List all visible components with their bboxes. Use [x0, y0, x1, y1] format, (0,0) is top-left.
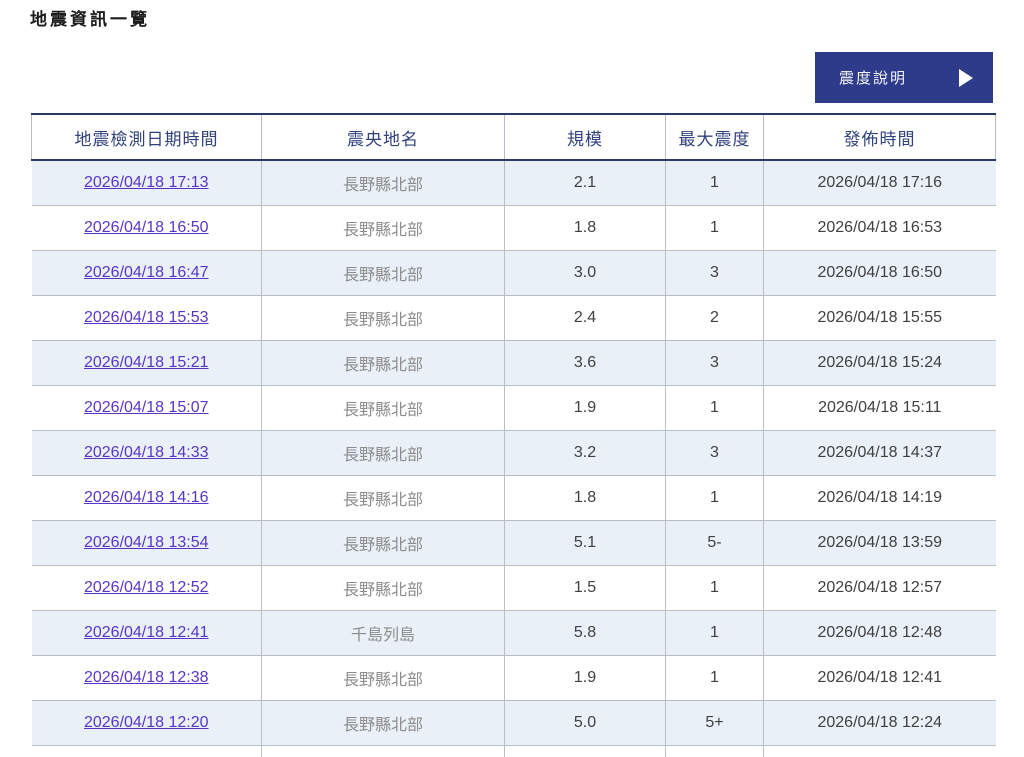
table-row: 2026/04/18 13:54 長野縣北部 5.1 5- 2026/04/18…	[32, 520, 996, 565]
max-intensity-cell: 1	[666, 160, 764, 205]
published-time-cell: 2026/04/18 16:53	[764, 205, 996, 250]
header-epicenter: 震央地名	[262, 114, 505, 160]
earthquake-table: 地震檢測日期時間 震央地名 規模 最大震度 發佈時間 2026/04/18 17…	[31, 113, 996, 757]
published-time-cell: 2026/04/18 12:24	[764, 700, 996, 745]
epicenter-cell: 長野縣北部	[262, 160, 505, 205]
magnitude-cell: 1.8	[505, 475, 666, 520]
published-time-cell: 2026/04/18 17:16	[764, 160, 996, 205]
published-time-cell: 2026/04/18 14:37	[764, 430, 996, 475]
published-time-cell: 2026/04/18 12:41	[764, 655, 996, 700]
table-row: 2026/04/18 14:16 長野縣北部 1.8 1 2026/04/18 …	[32, 475, 996, 520]
table-row: 2026/04/18 14:33 長野縣北部 3.2 3 2026/04/18 …	[32, 430, 996, 475]
table-row: 2026/04/18 12:41 千島列島 5.8 1 2026/04/18 1…	[32, 610, 996, 655]
detected-time-link[interactable]: 2026/04/18 12:41	[84, 624, 209, 641]
table-row: 2026/04/18 15:21 長野縣北部 3.6 3 2026/04/18 …	[32, 340, 996, 385]
detected-time-link[interactable]: 2026/04/18 16:47	[84, 264, 209, 281]
max-intensity-cell: 1	[666, 565, 764, 610]
intensity-explanation-button[interactable]: 震度說明	[815, 52, 993, 103]
magnitude-cell: 5.1	[505, 520, 666, 565]
epicenter-cell: 長野縣北部	[262, 340, 505, 385]
table-row: 2026/04/18 17:13 長野縣北部 2.1 1 2026/04/18 …	[32, 160, 996, 205]
max-intensity-cell: 2	[666, 295, 764, 340]
magnitude-cell: 2.1	[505, 160, 666, 205]
max-intensity-cell: 1	[666, 385, 764, 430]
published-time-cell: 2026/04/18 16:50	[764, 250, 996, 295]
published-time-cell: 2026/04/18 15:24	[764, 340, 996, 385]
magnitude-cell: 1.8	[505, 205, 666, 250]
magnitude-cell: 1.5	[505, 565, 666, 610]
arrow-right-icon	[959, 69, 973, 87]
published-time-cell: 2026/04/18 12:57	[764, 565, 996, 610]
intensity-explanation-button-label: 震度說明	[839, 67, 907, 88]
published-time-cell: 2026/04/18 15:11	[764, 385, 996, 430]
epicenter-cell: 長野縣北部	[262, 700, 505, 745]
published-time-cell: 2026/04/18 14:19	[764, 475, 996, 520]
detected-time-link[interactable]: 2026/04/18 13:54	[84, 534, 209, 551]
max-intensity-cell: 1	[666, 475, 764, 520]
detected-time-link[interactable]: 2026/04/18 12:52	[84, 579, 209, 596]
max-intensity-cell: 3	[666, 250, 764, 295]
table-row: 2026/04/18 15:07 長野縣北部 1.9 1 2026/04/18 …	[32, 385, 996, 430]
epicenter-cell: 長野縣北部	[262, 520, 505, 565]
table-row: 2026/04/18 16:47 長野縣北部 3.0 3 2026/04/18 …	[32, 250, 996, 295]
magnitude-cell: 5.8	[505, 610, 666, 655]
epicenter-cell: 千島列島	[262, 610, 505, 655]
table-header-row: 地震檢測日期時間 震央地名 規模 最大震度 發佈時間	[32, 114, 996, 160]
table-row: 2026/04/18 16:50 長野縣北部 1.8 1 2026/04/18 …	[32, 205, 996, 250]
detected-time-link[interactable]: 2026/04/18 14:16	[84, 489, 209, 506]
max-intensity-cell: 5-	[666, 520, 764, 565]
detected-time-link[interactable]: 2026/04/18 12:38	[84, 669, 209, 686]
detected-time-link[interactable]: 2026/04/18 17:13	[84, 174, 209, 191]
published-time-cell: 2026/04/18 13:59	[764, 520, 996, 565]
epicenter-cell: 長野縣北部	[262, 250, 505, 295]
detected-time-link[interactable]: 2026/04/18 15:07	[84, 399, 209, 416]
header-max-intensity: 最大震度	[666, 114, 764, 160]
magnitude-cell: 1.9	[505, 655, 666, 700]
magnitude-cell: 5.0	[505, 700, 666, 745]
table-row: 2026/04/18 12:38 長野縣北部 1.9 1 2026/04/18 …	[32, 655, 996, 700]
table-row: 2026/04/18 15:53 長野縣北部 2.4 2 2026/04/18 …	[32, 295, 996, 340]
max-intensity-cell: 3	[666, 340, 764, 385]
table-row: 2026/04/18 12:20 長野縣北部 5.0 5+ 2026/04/18…	[32, 700, 996, 745]
epicenter-cell: 長野縣北部	[262, 205, 505, 250]
epicenter-cell: 長野縣北部	[262, 295, 505, 340]
published-time-cell: 2026/04/18 15:55	[764, 295, 996, 340]
header-magnitude: 規模	[505, 114, 666, 160]
detected-time-link[interactable]: 2026/04/18 15:21	[84, 354, 209, 371]
detected-time-link[interactable]: 2026/04/18 16:50	[84, 219, 209, 236]
detected-time-link[interactable]: 2026/04/18 12:20	[84, 714, 209, 731]
published-time-cell: 2026/04/18 12:48	[764, 610, 996, 655]
magnitude-cell: 3.0	[505, 250, 666, 295]
magnitude-cell: 3.2	[505, 430, 666, 475]
detected-time-link[interactable]: 2026/04/18 14:33	[84, 444, 209, 461]
table-row-partial	[32, 745, 996, 757]
detected-time-link[interactable]: 2026/04/18 15:53	[84, 309, 209, 326]
max-intensity-cell: 1	[666, 205, 764, 250]
max-intensity-cell: 3	[666, 430, 764, 475]
magnitude-cell: 3.6	[505, 340, 666, 385]
magnitude-cell: 1.9	[505, 385, 666, 430]
max-intensity-cell: 1	[666, 655, 764, 700]
max-intensity-cell: 1	[666, 610, 764, 655]
magnitude-cell: 2.4	[505, 295, 666, 340]
epicenter-cell: 長野縣北部	[262, 385, 505, 430]
header-detected-time: 地震檢測日期時間	[32, 114, 262, 160]
epicenter-cell: 長野縣北部	[262, 475, 505, 520]
page-title: 地震資訊一覽	[30, 5, 150, 30]
max-intensity-cell: 5+	[666, 700, 764, 745]
earthquake-table-container: 地震檢測日期時間 震央地名 規模 最大震度 發佈時間 2026/04/18 17…	[31, 113, 995, 757]
epicenter-cell: 長野縣北部	[262, 655, 505, 700]
epicenter-cell: 長野縣北部	[262, 430, 505, 475]
epicenter-cell: 長野縣北部	[262, 565, 505, 610]
header-published-time: 發佈時間	[764, 114, 996, 160]
table-row: 2026/04/18 12:52 長野縣北部 1.5 1 2026/04/18 …	[32, 565, 996, 610]
